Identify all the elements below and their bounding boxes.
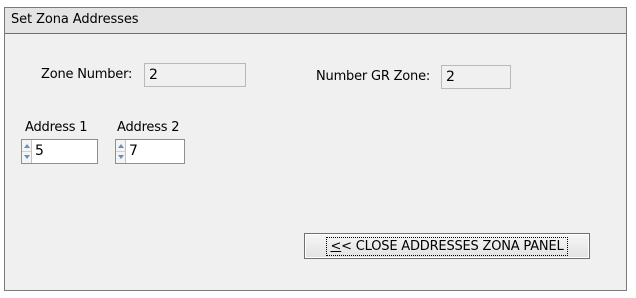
address-2-value: 7 [129,143,138,159]
address-1-label: Address 1 [25,120,88,135]
close-button-label: < CLOSE ADDRESSES ZONA PANEL [341,238,564,254]
zone-number-label: Zone Number: [41,67,133,82]
address-1-value: 5 [35,143,44,159]
address-2-spin-buttons [116,140,126,163]
address-2-label: Address 2 [117,120,180,135]
address-1-stepper[interactable]: 5 [21,139,98,164]
close-button-focus-label: << CLOSE ADDRESSES ZONA PANEL [326,236,568,256]
number-gr-zone-label: Number GR Zone: [316,69,431,84]
address-1-spin-buttons [22,140,32,163]
address-1-decrement-button[interactable] [22,151,31,162]
address-2-stepper[interactable]: 7 [115,139,185,164]
zone-number-field[interactable]: 2 [144,63,246,87]
arrow-up-icon [23,143,30,148]
close-button-mnemonic: < [330,238,342,254]
set-zona-addresses-panel: Set Zona Addresses Zone Number: 2 Number… [4,7,627,291]
arrow-down-icon [117,154,124,159]
panel-title-bar: Set Zona Addresses [5,8,626,34]
panel-title: Set Zona Addresses [11,12,139,27]
number-gr-zone-field[interactable]: 2 [441,65,511,89]
address-2-decrement-button[interactable] [116,151,125,162]
arrow-down-icon [23,154,30,159]
arrow-up-icon [117,143,124,148]
close-addresses-zona-panel-button[interactable]: << CLOSE ADDRESSES ZONA PANEL [304,233,590,259]
